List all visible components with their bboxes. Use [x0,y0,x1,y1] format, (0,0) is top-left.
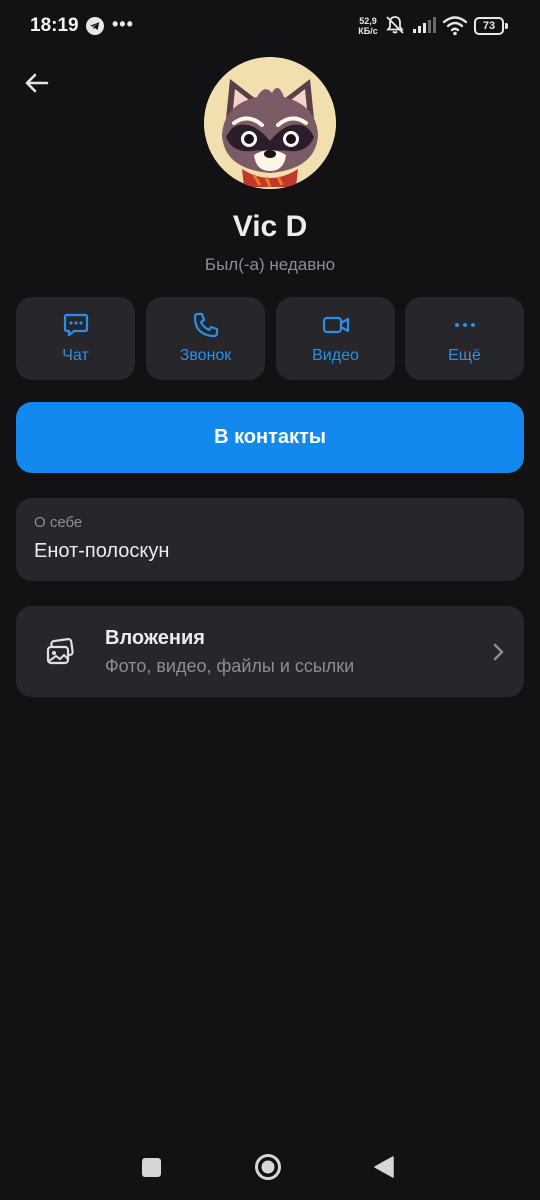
avatar[interactable] [204,57,336,189]
about-value: Енот-полоскун [34,540,170,562]
mute-bell-icon [386,16,404,34]
back-arrow-icon[interactable] [20,66,54,100]
about-label: О себе [34,514,83,531]
video-icon [322,316,350,334]
phone-icon [193,312,219,338]
chat-button-label: Чат [62,347,89,364]
add-to-contacts-label: В контакты [214,426,326,448]
chevron-right-icon [493,643,504,661]
more-button-label: Ещё [448,347,481,364]
chat-button[interactable]: Чат [16,297,135,380]
more-icon [455,323,475,327]
wifi-icon [442,16,468,36]
attachments-row[interactable]: Вложения Фото, видео, файлы и ссылки [16,606,524,697]
home-button[interactable] [254,1153,282,1181]
add-to-contacts-button[interactable]: В контакты [16,402,524,473]
battery-tip [505,23,508,29]
network-speed-value: 52,9 [359,16,377,26]
chat-icon [63,313,89,337]
about-card: О себе Енот-полоскун [16,498,524,581]
network-speed: 52,9 КБ/с [356,16,380,36]
telegram-icon [86,17,104,35]
video-button-label: Видео [312,347,359,364]
profile-name: Vic D [232,210,308,243]
call-button-label: Звонок [179,347,232,364]
signal-icon [413,17,436,33]
status-bar: 18:19 ••• 52,9 КБ/с 73 [0,0,540,52]
notification-dots-icon: ••• [112,14,134,34]
last-seen-status: Был(-а) недавно [204,255,336,274]
network-speed-unit: КБ/с [358,26,378,36]
nav-back-button[interactable] [373,1155,395,1179]
status-time: 18:19 [30,15,79,36]
attachments-title: Вложения [105,627,205,649]
battery-level: 73 [482,20,496,32]
video-button[interactable]: Видео [276,297,395,380]
more-button[interactable]: Ещё [405,297,524,380]
raccoon-avatar-icon [204,57,336,189]
call-button[interactable]: Звонок [146,297,265,380]
gallery-icon [46,637,74,665]
recent-apps-button[interactable] [142,1158,161,1177]
attachments-subtitle: Фото, видео, файлы и ссылки [105,656,355,676]
profile-screen: 18:19 ••• 52,9 КБ/с 73 Vic D Был(-а) нед… [0,0,540,1200]
battery-indicator: 73 [474,17,508,35]
